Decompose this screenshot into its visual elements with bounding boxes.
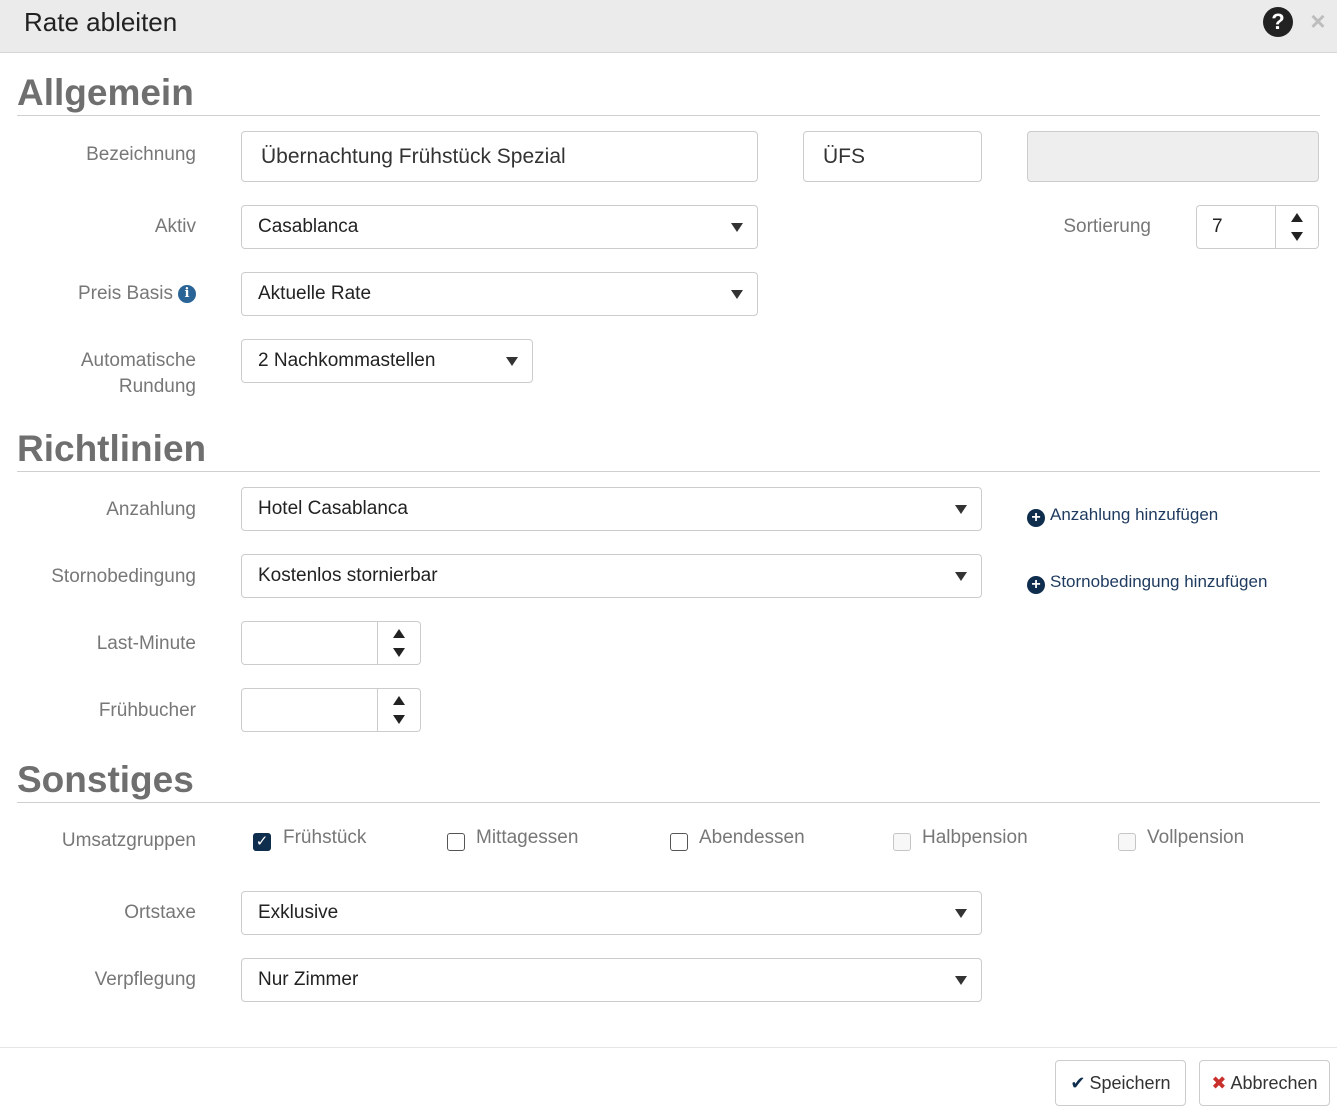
plus-circle-icon: + [1027,509,1045,527]
dialog-title: Rate ableiten [24,7,178,37]
caret-down-icon [955,909,967,918]
caret-down-icon [955,572,967,581]
sort-spinner[interactable]: 7 [1196,205,1319,249]
checkbox-label: Abendessen [699,827,805,848]
rounding-label-line1: Automatische [80,350,196,371]
add-cancel-policy-link[interactable]: + Stornobedingung hinzufügen [1027,571,1267,594]
deposit-select[interactable]: Hotel Casablanca [241,487,982,531]
earlybird-label: Frühbucher [98,700,196,721]
cancel-policy-value: Kostenlos stornierbar [258,565,438,586]
lastminute-label: Last-Minute [96,633,196,654]
active-label: Aktiv [154,216,196,237]
checkbox-label: Halbpension [922,827,1028,848]
caret-down-icon [955,976,967,985]
info-icon[interactable]: i [178,285,196,303]
readonly-input [1027,131,1319,182]
spinner-up-icon[interactable] [1291,213,1303,222]
section-divider [17,471,1320,472]
cancel-button-label: Abbrechen [1230,1073,1318,1093]
sort-label: Sortierung [1063,216,1151,237]
cancel-policy-select[interactable]: Kostenlos stornierbar [241,554,982,598]
board-label: Verpflegung [94,969,196,990]
section-divider [17,115,1320,116]
sort-value: 7 [1212,216,1223,237]
spinner-down-icon[interactable] [393,648,405,657]
earlybird-spinner[interactable] [241,688,421,732]
save-button[interactable]: ✔ Speichern [1055,1060,1186,1106]
dialog-header: Rate ableiten ? × [0,0,1337,53]
section-divider [17,802,1320,803]
checkbox-mittagessen[interactable] [447,833,465,851]
tourist-tax-label: Ortstaxe [124,902,196,923]
active-select[interactable]: Casablanca [241,205,758,249]
tourist-tax-select[interactable]: Exklusive [241,891,982,935]
caret-down-icon [731,290,743,299]
deposit-value: Hotel Casablanca [258,498,408,519]
x-icon: ✖ [1211,1073,1227,1093]
add-deposit-link[interactable]: + Anzahlung hinzufügen [1027,504,1218,527]
caret-down-icon [955,505,967,514]
rounding-value: 2 Nachkommastellen [258,350,436,371]
add-deposit-label: Anzahlung hinzufügen [1050,505,1219,524]
lastminute-spinner-buttons [377,622,420,664]
tourist-tax-value: Exklusive [258,902,339,923]
price-basis-select[interactable]: Aktuelle Rate [241,272,758,316]
cancel-policy-label: Stornobedingung [51,566,196,587]
checkbox-label: Vollpension [1147,827,1245,848]
price-basis-label: Preis Basis [77,283,173,304]
sort-spinner-buttons [1275,206,1318,248]
save-button-label: Speichern [1089,1073,1171,1093]
board-select[interactable]: Nur Zimmer [241,958,982,1002]
spinner-down-icon[interactable] [1291,232,1303,241]
name-input[interactable]: Übernachtung Frühstück Spezial [241,131,758,182]
deposit-label: Anzahlung [106,499,196,520]
spinner-up-icon[interactable] [393,629,405,638]
checkbox-vollpension [1118,833,1136,851]
checkbox-fruehstueck[interactable]: ✓ [253,833,271,851]
rounding-label-line2: Rundung [118,376,196,397]
close-icon[interactable]: × [1306,6,1330,36]
active-select-value: Casablanca [258,216,359,237]
section-title-policies: Richtlinien [17,428,207,469]
earlybird-spinner-buttons [377,689,420,731]
check-icon: ✔ [1070,1073,1086,1093]
add-cancel-policy-label: Stornobedingung hinzufügen [1050,572,1268,591]
rounding-select[interactable]: 2 Nachkommastellen [241,339,533,383]
spinner-down-icon[interactable] [393,715,405,724]
plus-circle-icon: + [1027,576,1045,594]
section-title-general: Allgemein [17,72,194,113]
price-basis-value: Aktuelle Rate [258,283,372,304]
caret-down-icon [506,357,518,366]
checkbox-label: Frühstück [283,827,367,848]
code-input[interactable]: ÜFS [803,131,982,182]
cancel-button[interactable]: ✖ Abbrechen [1199,1060,1330,1106]
caret-down-icon [731,223,743,232]
checkbox-halbpension [893,833,911,851]
footer-divider [0,1047,1337,1048]
spinner-up-icon[interactable] [393,696,405,705]
help-icon[interactable]: ? [1263,7,1293,37]
checkbox-label: Mittagessen [476,827,579,848]
revenue-groups-label: Umsatzgruppen [61,830,196,851]
board-value: Nur Zimmer [258,969,359,990]
section-title-other: Sonstiges [17,759,194,800]
checkbox-abendessen[interactable] [670,833,688,851]
name-label: Bezeichnung [86,144,196,165]
lastminute-spinner[interactable] [241,621,421,665]
